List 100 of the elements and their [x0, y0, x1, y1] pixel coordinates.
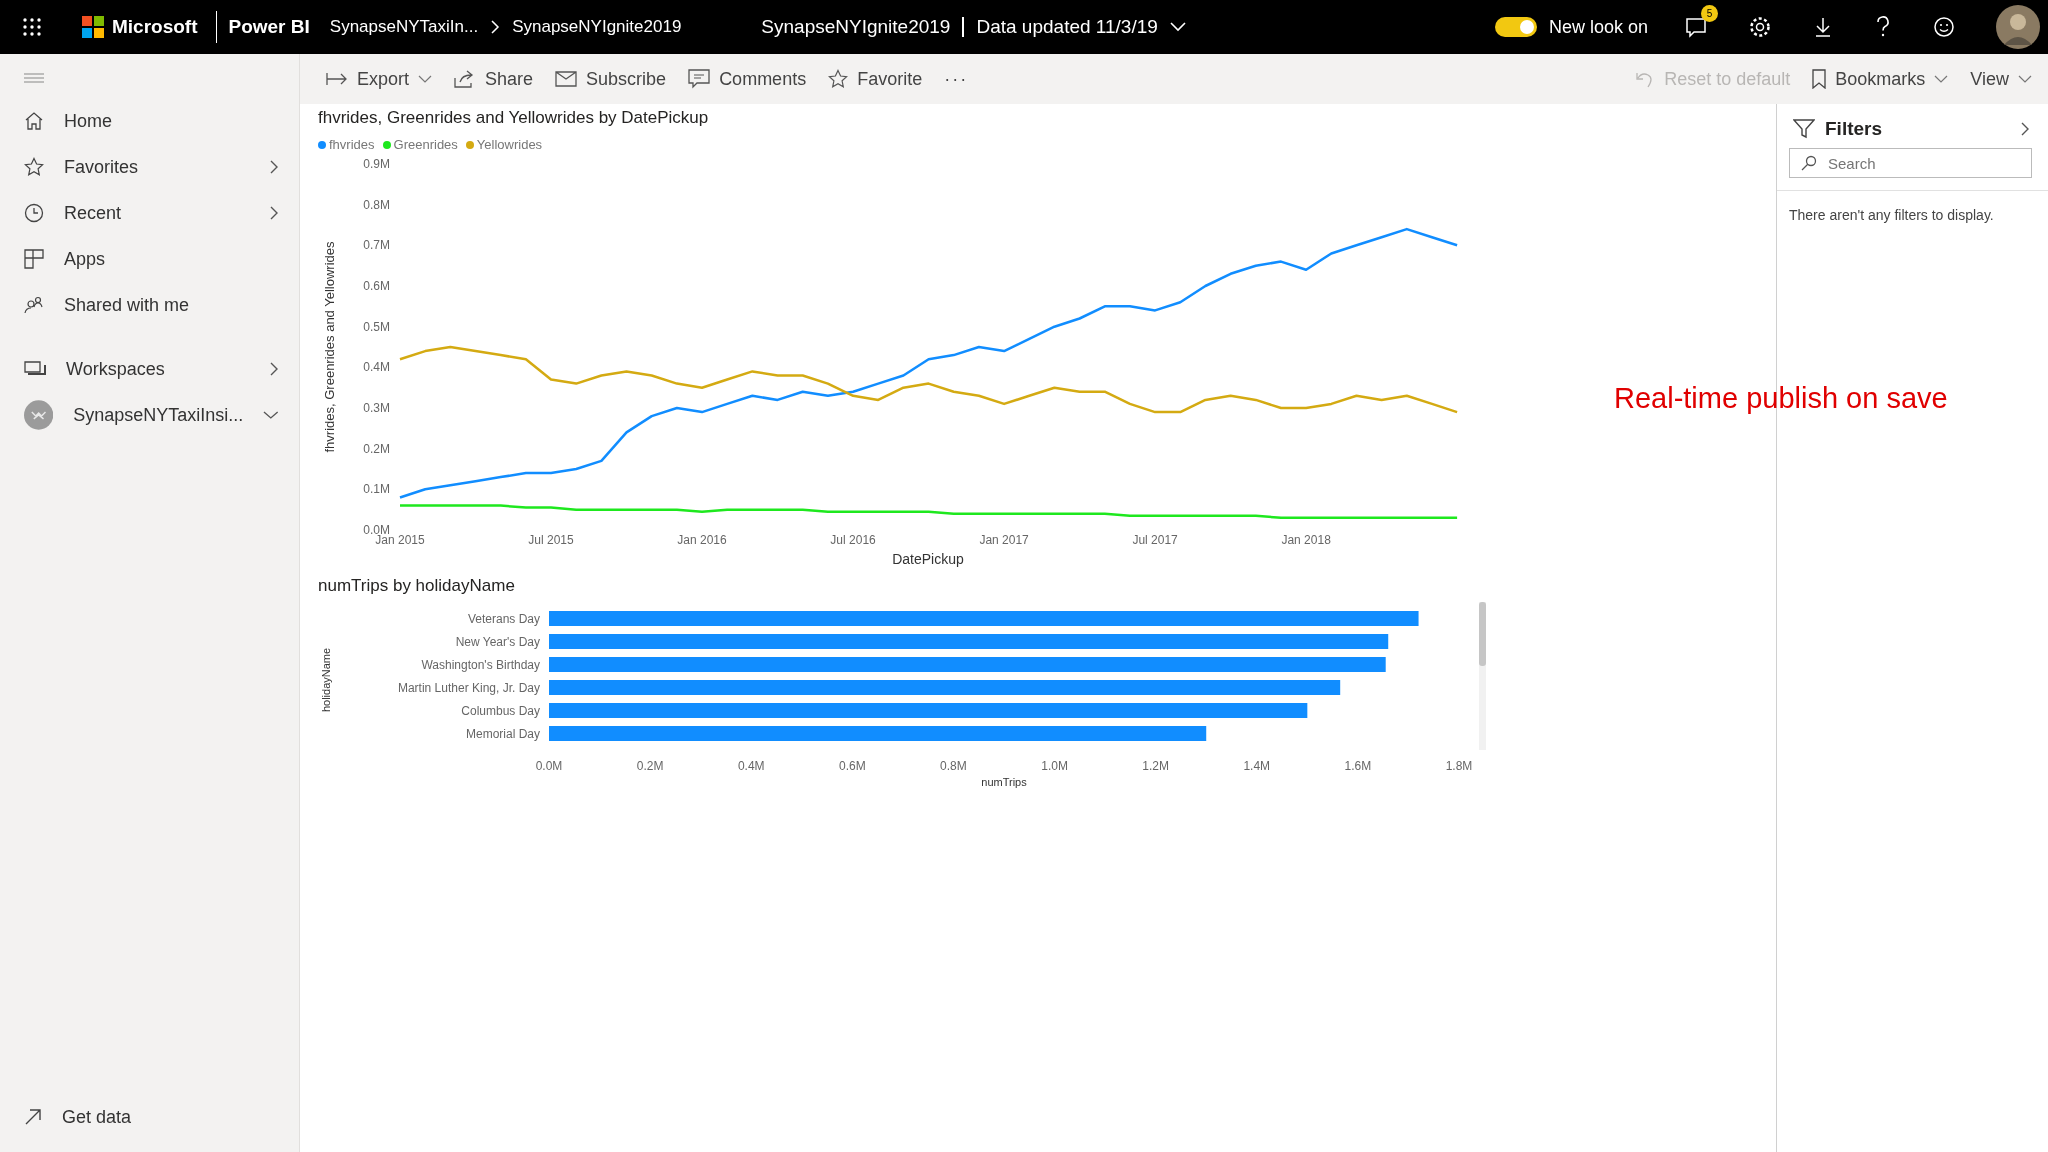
empty-message: There aren't any filters to display. [1777, 190, 2048, 239]
nav-item[interactable]: Home [24, 98, 299, 144]
nav-item[interactable]: Apps [24, 236, 299, 282]
axis-tick-label: 1.6M [1344, 759, 1372, 773]
axis-tick-label: 0.4M [737, 759, 765, 773]
app-launcher-icon[interactable] [22, 17, 42, 37]
star-icon [828, 69, 849, 89]
toolbar-button[interactable]: View [1962, 64, 2040, 94]
breadcrumb-link[interactable]: SynapseNYIgnite2019 [512, 17, 682, 37]
chevron-down-icon[interactable] [1169, 22, 1186, 32]
search-field[interactable]: Search [1789, 148, 2032, 178]
toolbar-button[interactable]: Export [318, 64, 441, 94]
caret-icon [1934, 75, 1949, 83]
axis-tick-label: 0.6M [839, 759, 866, 773]
category-label: Columbus Day [461, 704, 540, 718]
caret-icon [418, 75, 433, 83]
scrollbar-thumb[interactable] [1479, 602, 1486, 666]
chevron-right-icon [490, 20, 501, 34]
chevron-right-icon [269, 160, 279, 174]
axis-tick-label: Jan 2018 [1281, 533, 1331, 547]
chevron-right-icon [269, 362, 279, 376]
toggle-switch[interactable] [1494, 17, 1537, 37]
axis-tick-label: Jan 2016 [677, 533, 727, 547]
axis-title: numTrips [981, 776, 1027, 788]
people-icon [24, 295, 44, 315]
axis-tick-label: 0.2M [363, 441, 390, 456]
star-icon [24, 157, 44, 177]
axis-tick-label: 1.0M [1041, 759, 1068, 773]
more-options-button[interactable]: ··· [936, 64, 977, 94]
chart-title: fhvrides, Greenrides and Yellowrides by DatePickup [318, 108, 710, 128]
toolbar-button[interactable]: Subscribe [547, 64, 675, 94]
category-label: Veterans Day [467, 612, 540, 626]
notification-icon[interactable] [1684, 15, 1708, 39]
axis-title: fhvrides, Greenrides and Yellowrides [322, 241, 337, 453]
toggle-label: New look on [1548, 16, 1648, 38]
mail-icon [555, 71, 578, 87]
toolbar-button[interactable]: Share [446, 64, 542, 94]
axis-tick-label: 1.2M [1142, 759, 1169, 773]
windows-logo-icon [82, 16, 104, 38]
axis-tick-label: 1.4M [1243, 759, 1271, 773]
breadcrumb-link[interactable]: SynapseNYTaxiIn... [329, 17, 479, 37]
home-icon [24, 111, 44, 131]
legend-label: Yellowrides [476, 137, 543, 152]
axis-tick-label: 0.5M [363, 319, 390, 334]
category-label: Memorial Day [466, 727, 540, 741]
export-icon [326, 72, 348, 86]
nav-item[interactable]: Recent [24, 190, 299, 236]
toolbar-button[interactable]: Favorite [820, 64, 931, 94]
axis-title: DatePickup [892, 551, 964, 567]
brand-name: Microsoft [112, 16, 198, 38]
legend-label: fhvrides [329, 137, 375, 152]
axis-tick-label: 0.3M [363, 401, 390, 415]
axis-tick-label: 0.6M [363, 279, 390, 293]
legend-label: Greenrides [393, 137, 458, 152]
workspaces-icon [24, 360, 46, 378]
category-label: Washington's Birthday [421, 658, 540, 672]
chevron-right-icon [269, 206, 279, 220]
axis-tick-label: Jul 2016 [830, 533, 876, 547]
axis-tick-label: Jan 2017 [979, 533, 1029, 547]
get-data-link[interactable]: Get data [24, 1094, 299, 1140]
filters-title: Filters [1825, 118, 1884, 140]
arrow-icon [24, 1108, 42, 1126]
nav-item[interactable]: Workspaces [24, 346, 299, 392]
axis-tick-label: 0.0M [535, 759, 563, 773]
filter-icon [1793, 119, 1815, 139]
nav-item[interactable]: SynapseNYTaxiInsi... [24, 392, 299, 438]
axis-tick-label: 0.7M [363, 238, 390, 253]
caret-icon [2018, 75, 2032, 83]
workspace-avatar-icon [24, 400, 54, 430]
axis-tick-label: 0.8M [940, 759, 967, 773]
report-title: SynapseNYIgnite2019 [761, 16, 951, 38]
axis-tick-label: 0.1M [363, 482, 390, 497]
data-updated-text: Data updated 11/3/19 [976, 16, 1158, 38]
settings-icon[interactable] [1748, 15, 1772, 39]
axis-tick-label: 0.8M [363, 197, 390, 212]
toolbar-button[interactable]: Comments [680, 64, 815, 94]
axis-tick-label: 0.9M [363, 157, 390, 171]
axis-tick-label: Jul 2017 [1132, 533, 1178, 547]
axis-title: holidayName [320, 647, 332, 713]
axis-tick-label: 0.2M [636, 759, 664, 773]
smiley-icon[interactable] [1932, 15, 1956, 39]
axis-tick-label: 0.4M [363, 360, 390, 375]
apps-icon [24, 249, 44, 269]
comment-icon [688, 69, 711, 89]
bookmark-icon [1812, 69, 1827, 89]
nav-item[interactable]: Shared with me [24, 282, 299, 328]
category-label: New Year's Day [455, 635, 540, 649]
clock-icon [24, 203, 44, 223]
toolbar-button[interactable]: Bookmarks [1804, 64, 1957, 94]
chevron-right-icon[interactable] [2020, 122, 2030, 136]
category-label: Martin Luther King, Jr. Day [397, 681, 540, 695]
notification-count: 5 [1701, 5, 1718, 22]
search-icon [1801, 155, 1817, 171]
avatar[interactable] [1996, 5, 2040, 49]
nav-item[interactable]: Favorites [24, 144, 299, 190]
axis-tick-label: 1.8M [1445, 759, 1473, 773]
axis-tick-label: Jul 2015 [528, 533, 574, 547]
product-name[interactable]: Power BI [228, 16, 310, 38]
help-icon[interactable] [1874, 15, 1892, 39]
caption-text: Real-time publish on save [1614, 382, 1948, 415]
